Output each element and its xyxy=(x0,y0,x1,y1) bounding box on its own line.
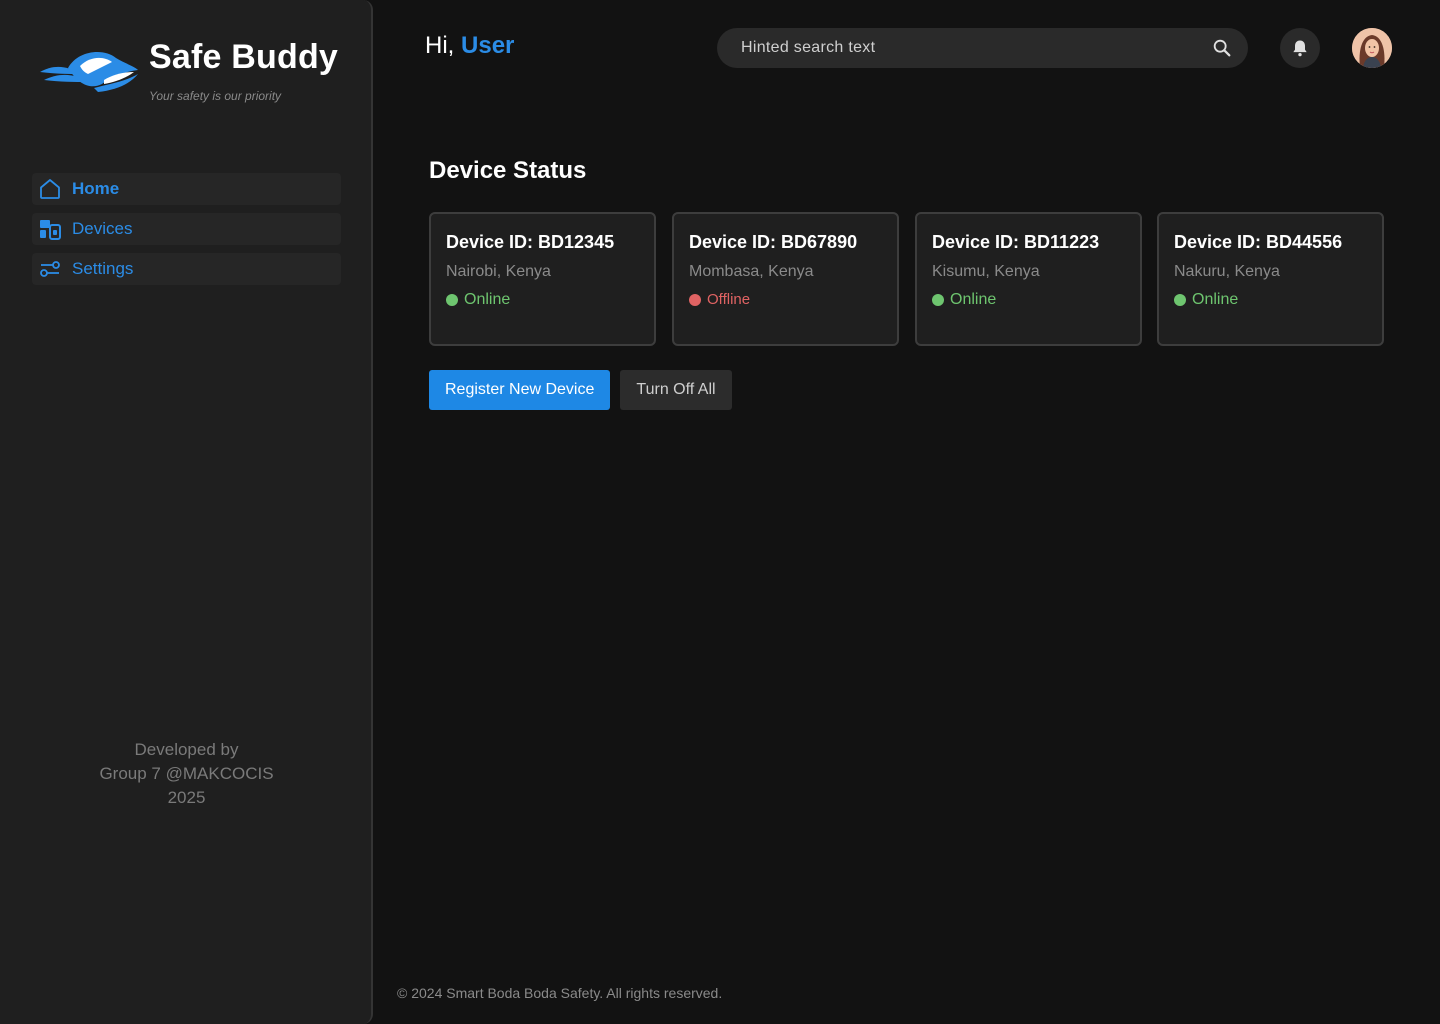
greeting-prefix: Hi, xyxy=(425,32,455,59)
device-card[interactable]: Device ID: BD44556 Nakuru, Kenya Online xyxy=(1157,212,1384,346)
bell-icon xyxy=(1293,40,1307,57)
sidebar-item-label: Settings xyxy=(72,259,134,278)
brand-logo[interactable]: Safe Buddy Your safety is our priority xyxy=(38,38,348,108)
status-text: Online xyxy=(950,291,997,308)
status-dot-icon xyxy=(932,294,944,306)
motorbike-logo-icon xyxy=(40,52,138,92)
settings-sliders-icon xyxy=(36,257,64,281)
status-dot-icon xyxy=(689,293,701,306)
user-avatar[interactable] xyxy=(1352,28,1392,68)
device-id: Device ID: BD67890 xyxy=(689,232,858,252)
credits-line: Group 7 @MAKCOCIS xyxy=(99,764,274,783)
greeting: Hi, User xyxy=(425,32,514,60)
status-badge: Online xyxy=(932,291,1125,309)
credits-line: 2025 xyxy=(167,788,206,807)
greeting-username: User xyxy=(461,32,515,59)
device-location: Kisumu, Kenya xyxy=(932,263,1040,280)
sidebar-nav: Home Devices Settings xyxy=(32,173,341,293)
status-dot-icon xyxy=(446,294,458,306)
search-icon[interactable] xyxy=(1210,36,1234,60)
sidebar-item-devices[interactable]: Devices xyxy=(32,213,341,245)
sidebar-item-label: Home xyxy=(72,179,120,198)
sidebar: Safe Buddy Your safety is our priority H… xyxy=(0,0,373,1024)
status-text: Online xyxy=(464,291,511,308)
device-id: Device ID: BD44556 xyxy=(1174,232,1343,252)
status-badge: Online xyxy=(446,291,639,309)
page-title: Device Status xyxy=(429,157,587,184)
credits-line: Developed by xyxy=(134,740,239,759)
status-dot-icon xyxy=(1174,294,1186,306)
device-location: Nairobi, Kenya xyxy=(446,263,551,280)
device-card[interactable]: Device ID: BD12345 Nairobi, Kenya Online xyxy=(429,212,656,346)
device-id: Device ID: BD11223 xyxy=(932,232,1100,252)
device-card[interactable]: Device ID: BD67890 Mombasa, Kenya Offlin… xyxy=(672,212,899,346)
brand-tagline: Your safety is our priority xyxy=(149,89,282,103)
search-input[interactable] xyxy=(741,39,1210,57)
sidebar-item-settings[interactable]: Settings xyxy=(32,253,341,285)
status-badge: Online xyxy=(1174,291,1367,309)
developer-credits: Developed by Group 7 @MAKCOCIS 2025 xyxy=(0,738,373,810)
sidebar-item-home[interactable]: Home xyxy=(32,173,341,205)
device-location: Mombasa, Kenya xyxy=(689,263,814,280)
home-icon xyxy=(36,177,64,201)
device-id: Device ID: BD12345 xyxy=(446,232,615,252)
avatar-portrait-icon xyxy=(1352,28,1392,68)
brand-name: Safe Buddy xyxy=(149,38,339,76)
status-text: Offline xyxy=(707,291,751,308)
device-card-list: Device ID: BD12345 Nairobi, Kenya Online… xyxy=(429,212,1384,346)
status-text: Online xyxy=(1192,291,1239,308)
turn-off-all-button[interactable]: Turn Off All xyxy=(620,370,732,410)
devices-icon xyxy=(36,217,64,241)
notifications-button[interactable] xyxy=(1280,28,1320,68)
device-location: Nakuru, Kenya xyxy=(1174,263,1280,280)
device-card[interactable]: Device ID: BD11223 Kisumu, Kenya Online xyxy=(915,212,1142,346)
search-bar[interactable] xyxy=(717,28,1248,68)
sidebar-item-label: Devices xyxy=(72,219,133,238)
footer-copyright: © 2024 Smart Boda Boda Safety. All right… xyxy=(397,985,723,1001)
status-badge: Offline xyxy=(689,291,882,308)
register-device-button[interactable]: Register New Device xyxy=(429,370,610,410)
